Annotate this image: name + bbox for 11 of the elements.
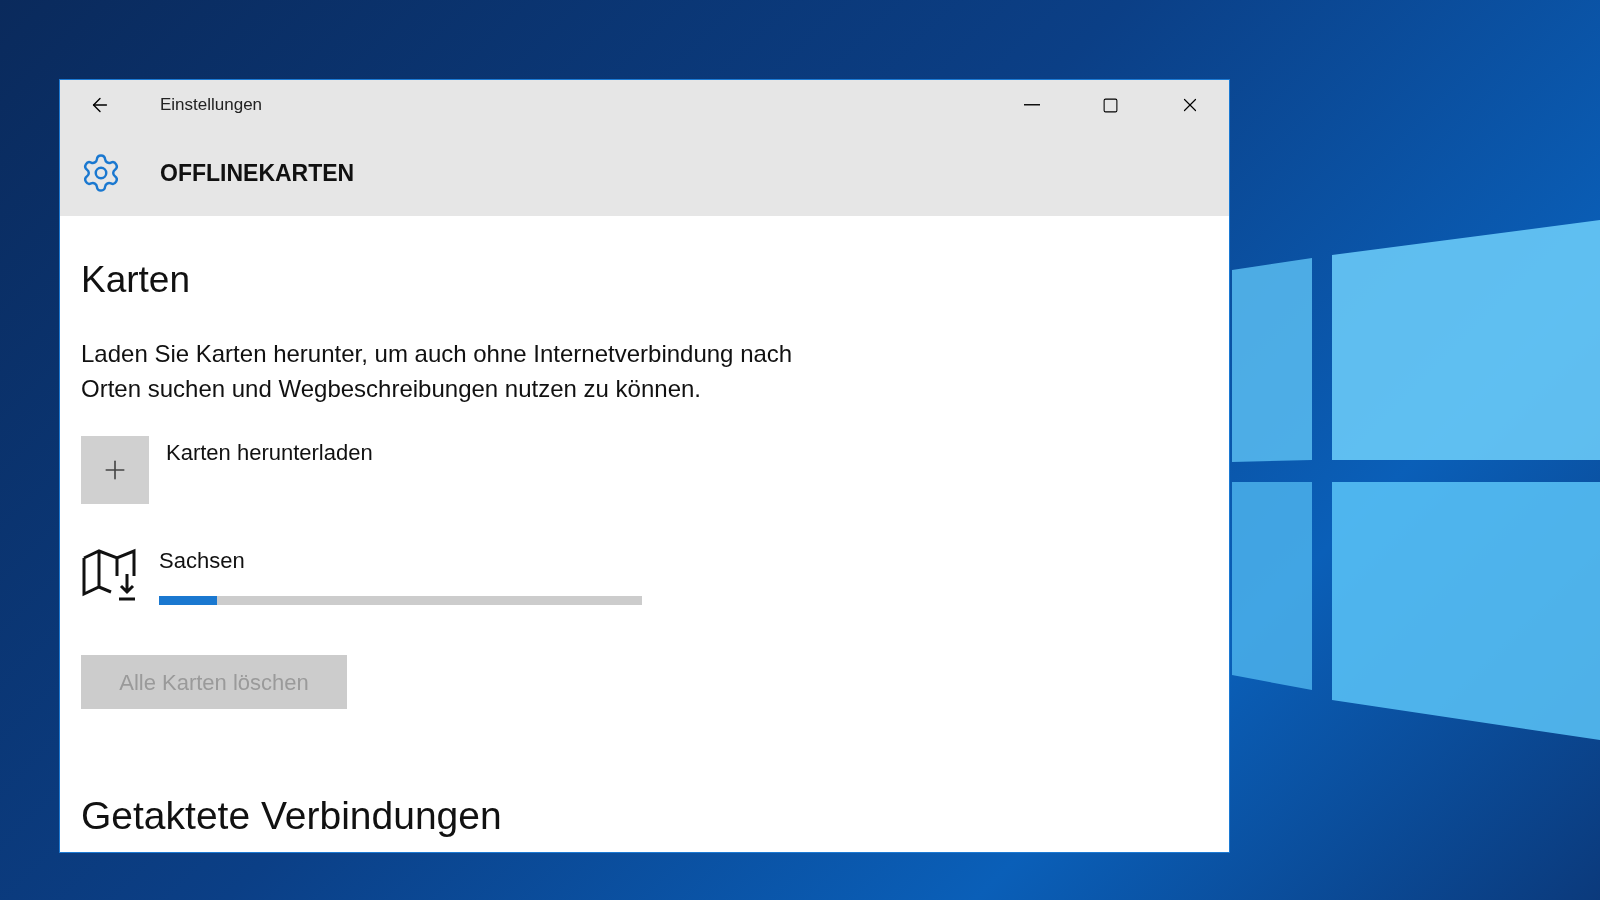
description-text: Laden Sie Karten herunter, um auch ohne Internetverbindung nach Orten suchen und Wegbeschreibungen nutzen zu können.: [81, 339, 793, 404]
section-heading: Getaktete Verbindungen: [81, 793, 502, 839]
add-map-label: Karten herunterladen: [166, 439, 373, 467]
add-map-button[interactable]: [81, 436, 149, 504]
map-download-icon: [81, 546, 137, 602]
page-title: OFFLINEKARTEN: [160, 158, 355, 188]
minimize-icon: [1023, 104, 1040, 106]
section-heading: Karten: [81, 258, 190, 302]
window-title: Einstellungen: [160, 94, 263, 117]
maximize-icon: [1102, 96, 1119, 114]
map-name: Sachsen: [159, 547, 245, 575]
